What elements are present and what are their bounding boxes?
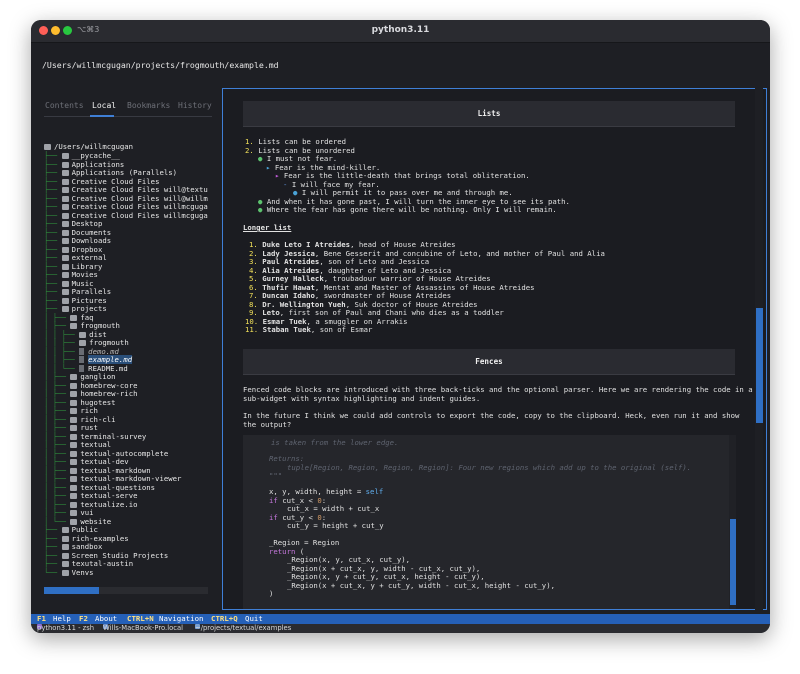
tree-item[interactable]: └── Venvs	[44, 568, 94, 577]
folder-icon	[70, 382, 78, 389]
fences-header: Fences	[243, 349, 735, 375]
folder-icon	[70, 399, 78, 406]
lists-header: Lists	[243, 101, 735, 127]
folder-icon	[61, 272, 69, 278]
folder-icon	[61, 561, 69, 567]
folder-icon	[61, 280, 69, 287]
navigation-key[interactable]: CTRL+N	[127, 614, 154, 624]
quit-label[interactable]: Quit	[245, 614, 263, 624]
paragraph-line: the output?	[243, 419, 292, 429]
tab-history[interactable]: History	[178, 101, 212, 110]
folder-icon	[61, 238, 69, 244]
code-block[interactable]: is taken from the lower edge. Returns: t…	[243, 435, 729, 609]
folder-icon	[44, 144, 51, 150]
viewer-scrollbar-thumb[interactable]	[756, 308, 763, 423]
tab-bookmarks[interactable]: Bookmarks	[127, 101, 170, 110]
file-icon	[79, 364, 85, 372]
window-title: python3.11	[371, 25, 430, 35]
folder-icon	[61, 178, 69, 185]
about-label[interactable]: About	[95, 614, 117, 624]
folder-icon	[61, 246, 69, 253]
folder-icon	[70, 408, 78, 414]
tree-root[interactable]: /Users/willmcgugan	[44, 142, 133, 151]
folder-icon	[70, 416, 78, 423]
folder-icon	[61, 544, 69, 550]
folder-icon	[70, 467, 78, 474]
help-key[interactable]: F1	[37, 614, 46, 624]
folder-icon	[79, 340, 87, 346]
folder-icon	[70, 493, 78, 499]
code-line: tuple[Region, Region, Region, Region]: F…	[287, 462, 692, 472]
footer-keybindings: F1 Help F2 About CTRL+N Navigation CTRL+…	[31, 614, 770, 624]
paragraph-line: In the future I think we could add contr…	[243, 411, 740, 420]
folder-icon	[61, 306, 69, 312]
folder-icon	[61, 153, 69, 159]
tab-underline	[44, 116, 212, 117]
folder-icon	[70, 518, 78, 525]
folder-icon	[70, 510, 78, 516]
title-bar: ⌥⌘3 python3.11	[31, 20, 770, 43]
file-icon	[79, 347, 85, 355]
directory-tree[interactable]: /Users/willmcgugan ├── __pycache__ ├── A…	[44, 142, 219, 578]
folder-icon	[61, 187, 69, 193]
folder-icon	[61, 221, 69, 227]
help-label[interactable]: Help	[53, 614, 71, 624]
folder-icon	[61, 255, 69, 261]
navigation-label[interactable]: Navigation	[159, 614, 204, 624]
folder-icon	[61, 297, 69, 304]
folder-icon	[70, 501, 78, 508]
folder-icon	[61, 527, 69, 533]
terminal-status-bar: python3.11 - zsh Wills-MacBook-Pro.local…	[31, 624, 770, 633]
code-line: _Region(x + cut_x, y + cut_y, width - cu…	[287, 580, 555, 590]
folder-icon	[61, 569, 69, 576]
folder-icon	[61, 204, 69, 210]
active-tab-indicator	[90, 115, 114, 117]
code-line: is taken from the lower edge.	[271, 438, 399, 447]
folder-icon	[70, 442, 78, 448]
folder-icon	[61, 289, 69, 295]
code-scrollbar-thumb[interactable]	[730, 519, 736, 605]
tab-local[interactable]: Local	[92, 101, 116, 110]
folder-icon	[70, 459, 78, 465]
folder-icon	[61, 229, 69, 236]
markdown-viewer[interactable]: Lists 1. Lists can be ordered 2. Lists c…	[222, 88, 767, 610]
paragraph-line: sub-widget with syntax highlighting and …	[243, 393, 481, 403]
folder-icon	[61, 552, 69, 559]
list-item: ● Where the fear has gone there will be …	[258, 205, 557, 214]
folder-icon	[61, 212, 69, 219]
folder-icon	[70, 450, 78, 457]
folder-icon	[70, 391, 78, 397]
folder-icon	[61, 535, 69, 542]
longer-list-heading: Longer list	[243, 223, 292, 232]
list-item: 11. Staban Tuek, son of Esmar	[245, 325, 373, 334]
folder-icon	[61, 161, 69, 168]
folder-icon	[70, 425, 78, 431]
code-line: """	[269, 471, 283, 480]
sidebar-scrollbar-thumb[interactable]	[44, 587, 99, 594]
folder-icon	[70, 323, 78, 329]
folder-icon	[61, 195, 69, 202]
folder-icon	[61, 170, 69, 176]
folder-icon	[70, 314, 78, 321]
folder-icon	[70, 484, 78, 491]
code-line: cut_y = height + cut_y	[287, 521, 384, 530]
file-icon	[79, 356, 85, 363]
quit-key[interactable]: CTRL+Q	[211, 614, 238, 624]
about-key[interactable]: F2	[79, 614, 88, 624]
document-path: /Users/willmcgugan/projects/frogmouth/ex…	[42, 60, 279, 70]
folder-icon	[61, 263, 69, 270]
folder-icon	[70, 433, 78, 440]
folder-icon	[70, 374, 78, 380]
terminal-window: ⌥⌘3 python3.11 /Users/willmcgugan/projec…	[31, 20, 770, 633]
folder-icon	[70, 476, 78, 482]
folder-icon	[79, 331, 87, 338]
code-line: )	[269, 589, 274, 598]
tab-contents[interactable]: Contents	[45, 101, 84, 110]
